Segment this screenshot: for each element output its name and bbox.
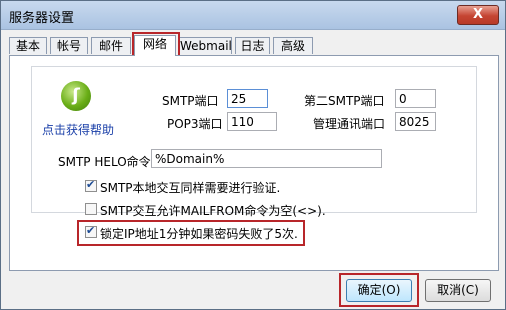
option-label: SMTP交互允许MAILFROM命令为空(<>). <box>100 204 326 218</box>
help-logo-icon[interactable]: ʃ <box>61 81 91 111</box>
second-smtp-port-input[interactable] <box>395 89 436 108</box>
smtp-port-label: SMTP端口 <box>162 94 219 108</box>
admin-port-input[interactable] <box>395 112 436 131</box>
pop3-port-input[interactable] <box>227 112 277 131</box>
cancel-button[interactable]: 取消(C) <box>425 279 491 302</box>
title-bar[interactable]: 服务器设置 X <box>1 1 505 30</box>
tab-log[interactable]: 日志 <box>235 37 270 54</box>
tab-webmail[interactable]: Webmail <box>179 37 232 54</box>
tab-advanced[interactable]: 高级 <box>273 37 313 54</box>
checkbox[interactable] <box>85 178 97 192</box>
smtp-port-input[interactable] <box>227 89 268 108</box>
tab-network[interactable]: 网络 <box>134 35 176 56</box>
tab-account[interactable]: 帐号 <box>50 37 88 54</box>
window-title: 服务器设置 <box>9 11 75 26</box>
smtp-helo-label: SMTP HELO命令 <box>58 155 151 169</box>
option-label: SMTP本地交互同样需要进行验证. <box>100 181 281 195</box>
server-settings-dialog: 服务器设置 X 基本 帐号 邮件 网络 Webmail 日志 高级 ʃ 点击获得… <box>0 0 506 310</box>
close-button[interactable]: X <box>457 5 499 25</box>
checkbox[interactable] <box>85 203 97 215</box>
tab-mail[interactable]: 邮件 <box>91 37 131 54</box>
admin-port-label: 管理通讯端口 <box>313 117 386 131</box>
second-smtp-port-label: 第二SMTP端口 <box>304 94 385 108</box>
help-link[interactable]: 点击获得帮助 <box>42 121 114 138</box>
ok-highlight-box <box>339 273 419 307</box>
option-highlight-box <box>77 220 305 246</box>
smtp-helo-input[interactable] <box>151 149 382 168</box>
tab-basic[interactable]: 基本 <box>9 37 47 54</box>
pop3-port-label: POP3端口 <box>167 117 223 131</box>
